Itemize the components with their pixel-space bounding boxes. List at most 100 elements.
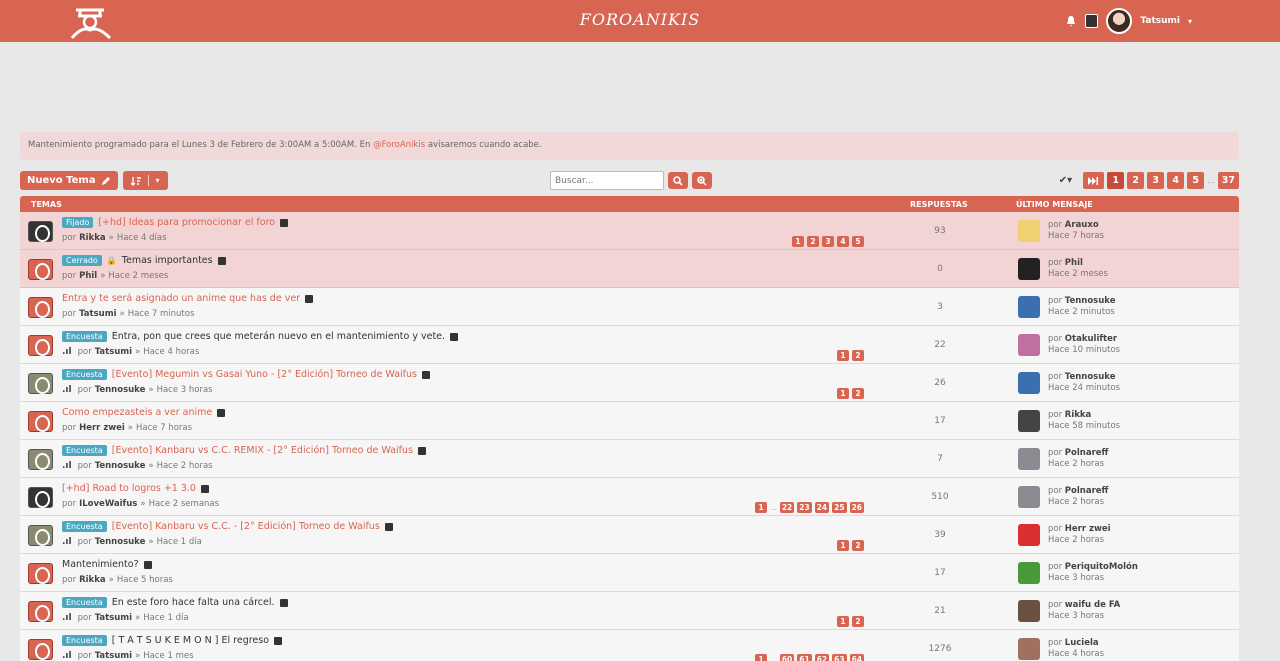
topic-title-link[interactable]: [+hd] Road to logros +1 3.0: [62, 483, 196, 494]
topic-page-button[interactable]: 25: [832, 502, 847, 513]
topic-page-button[interactable]: 62: [814, 654, 830, 661]
last-post-avatar[interactable]: [1018, 562, 1040, 584]
table-row[interactable]: Fijado [+hd] Ideas para promocionar el fo…: [20, 212, 1239, 250]
external-link-icon[interactable]: [450, 332, 459, 341]
topic-title-link[interactable]: [+hd] Ideas para promocionar el foro: [98, 217, 275, 228]
table-row[interactable]: Encuesta [Evento] Megumin vs Gasai Yuno -…: [20, 364, 1239, 402]
external-link-icon[interactable]: [217, 408, 226, 417]
external-link-icon[interactable]: [274, 636, 283, 645]
topic-title-link[interactable]: Como empezasteis a ver anime: [62, 407, 212, 418]
last-post-author-link[interactable]: Rikka: [1065, 410, 1092, 420]
external-link-icon[interactable]: [417, 446, 426, 455]
topic-author-link[interactable]: Tennosuke: [95, 385, 146, 395]
topic-page-button[interactable]: 2: [852, 616, 864, 627]
last-post-avatar[interactable]: [1018, 448, 1040, 470]
table-row[interactable]: Encuesta [ T A T S U K E M O N ] El regre…: [20, 630, 1239, 661]
last-post-avatar[interactable]: [1018, 258, 1040, 280]
search-input[interactable]: [550, 171, 664, 190]
topic-page-button[interactable]: 61: [797, 654, 812, 661]
user-avatar[interactable]: [1106, 8, 1133, 34]
topic-author-link[interactable]: Tatsumi: [95, 651, 132, 661]
last-post-author-link[interactable]: Polnareff: [1065, 486, 1109, 496]
table-row[interactable]: Encuesta [Evento] Kanbaru vs C.C. REMIX -…: [20, 440, 1239, 478]
table-row[interactable]: Encuesta En este foro hace falta una cárc…: [20, 592, 1239, 630]
topic-page-button[interactable]: 2: [852, 350, 864, 361]
external-link-icon[interactable]: [200, 484, 209, 493]
last-post-author-link[interactable]: Tennosuke: [1065, 372, 1116, 382]
topic-page-button[interactable]: 1: [837, 388, 849, 399]
last-post-author-link[interactable]: Tennosuke: [1065, 296, 1116, 306]
topic-page-button[interactable]: 3: [822, 236, 834, 247]
topic-page-button[interactable]: 24: [814, 502, 830, 513]
topic-page-button[interactable]: 2: [852, 388, 864, 399]
last-post-author-link[interactable]: Phil: [1065, 258, 1083, 268]
page-button-1[interactable]: 1: [1107, 172, 1125, 189]
topic-page-button[interactable]: 1: [837, 350, 849, 361]
table-row[interactable]: Mantenimiento? por Rikka» Hace 5 horas 17 por…: [20, 554, 1239, 592]
last-post-avatar[interactable]: [1018, 600, 1040, 622]
topic-author-link[interactable]: Tennosuke: [95, 537, 146, 547]
mark-read-icon[interactable]: ✔▾: [1059, 175, 1072, 186]
last-post-author-link[interactable]: Luciela: [1065, 638, 1099, 648]
topic-title-link[interactable]: [Evento] Kanbaru vs C.C. - [2° Edición] …: [112, 521, 380, 532]
topic-title-link[interactable]: Mantenimiento?: [62, 559, 139, 570]
external-link-icon[interactable]: [421, 370, 430, 379]
page-button-5[interactable]: 5: [1187, 172, 1205, 189]
external-link-icon[interactable]: [143, 560, 152, 569]
external-link-icon[interactable]: [279, 598, 288, 607]
topic-author-link[interactable]: ILoveWaifus: [79, 499, 137, 509]
topic-title-link[interactable]: [Evento] Kanbaru vs C.C. REMIX - [2° Edi…: [112, 445, 413, 456]
topic-page-button[interactable]: 26: [849, 502, 864, 513]
search-button[interactable]: [668, 172, 688, 189]
username-label[interactable]: Tatsumi: [1140, 16, 1180, 26]
last-post-avatar[interactable]: [1018, 410, 1040, 432]
topic-title-link[interactable]: Entra y te será asignado un anime que ha…: [62, 293, 300, 304]
last-post-author-link[interactable]: waifu de FA: [1065, 600, 1120, 610]
last-post-avatar[interactable]: [1018, 524, 1040, 546]
last-post-author-link[interactable]: Herr zwei: [1065, 524, 1111, 534]
sort-dropdown-button[interactable]: ▾: [123, 171, 168, 190]
last-post-avatar[interactable]: [1018, 638, 1040, 660]
topic-author-link[interactable]: Herr zwei: [79, 423, 125, 433]
topic-page-button[interactable]: 23: [797, 502, 812, 513]
bell-icon[interactable]: [1065, 15, 1077, 27]
topic-title-link[interactable]: En este foro hace falta una cárcel.: [112, 597, 275, 608]
topic-page-button[interactable]: 1: [837, 540, 849, 551]
topic-author-link[interactable]: Tatsumi: [95, 347, 132, 357]
last-post-avatar[interactable]: [1018, 334, 1040, 356]
external-link-icon[interactable]: [280, 218, 289, 227]
topic-title-link[interactable]: Entra, pon que crees que meterán nuevo e…: [112, 331, 445, 342]
page-button-3[interactable]: 3: [1147, 172, 1165, 189]
topic-page-button[interactable]: 2: [807, 236, 819, 247]
last-post-avatar[interactable]: [1018, 220, 1040, 242]
fast-forward-button[interactable]: [1083, 172, 1105, 189]
external-link-icon[interactable]: [305, 294, 314, 303]
topic-page-button[interactable]: 4: [837, 236, 849, 247]
page-button-2[interactable]: 2: [1127, 172, 1145, 189]
advanced-search-button[interactable]: [692, 172, 712, 189]
last-post-avatar[interactable]: [1018, 486, 1040, 508]
topic-page-button[interactable]: 1: [755, 502, 768, 513]
topic-page-button[interactable]: 1: [792, 236, 804, 247]
topic-page-button[interactable]: 22: [779, 502, 795, 513]
topic-page-button[interactable]: 2: [852, 540, 864, 551]
topic-page-button[interactable]: 63: [832, 654, 847, 661]
last-post-author-link[interactable]: Polnareff: [1065, 448, 1109, 458]
table-row[interactable]: Entra y te será asignado un anime que ha…: [20, 288, 1239, 326]
topic-title-link[interactable]: Temas importantes: [122, 255, 213, 266]
topic-page-button[interactable]: 1: [755, 654, 768, 661]
last-post-author-link[interactable]: Arauxo: [1065, 220, 1099, 230]
topic-page-button[interactable]: 1: [837, 616, 849, 627]
topic-title-link[interactable]: [Evento] Megumin vs Gasai Yuno - [2° Edi…: [112, 369, 417, 380]
topic-page-button[interactable]: 64: [849, 654, 864, 661]
topic-page-button[interactable]: 60: [779, 654, 795, 661]
topic-author-link[interactable]: Tatsumi: [79, 309, 116, 319]
table-row[interactable]: Cerrado 🔒 Temas importantes por Phil» Hace 2 …: [20, 250, 1239, 288]
table-row[interactable]: Como empezasteis a ver anime por Herr zwei…: [20, 402, 1239, 440]
last-post-author-link[interactable]: PeriquitoMolón: [1065, 562, 1138, 572]
table-row[interactable]: [+hd] Road to logros +1 3.0 por ILoveWaifu…: [20, 478, 1239, 516]
mini-avatar-icon[interactable]: [1085, 14, 1099, 28]
new-topic-button[interactable]: Nuevo Tema: [20, 171, 118, 190]
external-link-icon[interactable]: [384, 522, 393, 531]
page-button-last[interactable]: 37: [1217, 172, 1239, 189]
